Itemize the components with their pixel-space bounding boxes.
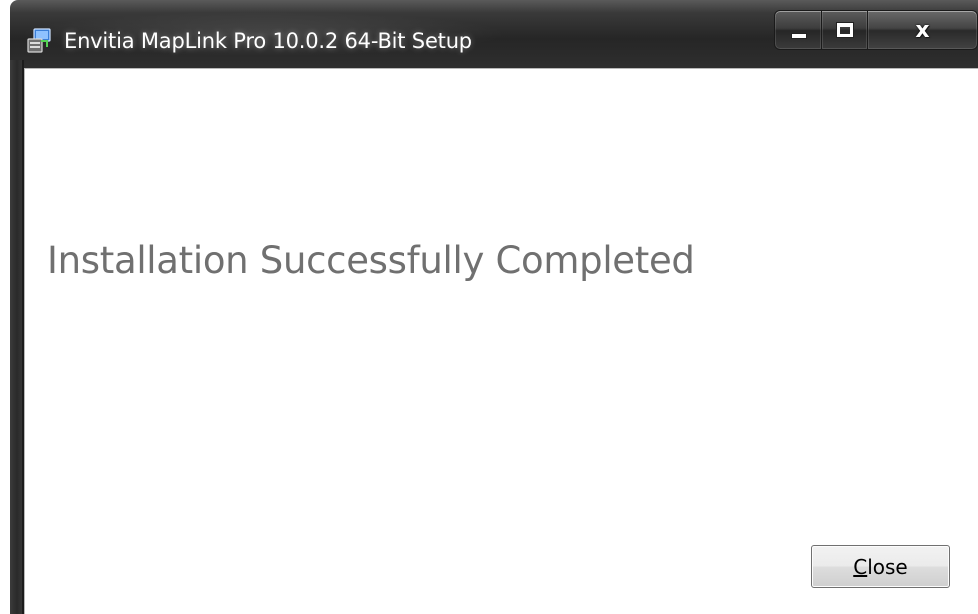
- window-title: Envitia MapLink Pro 10.0.2 64-Bit Setup: [64, 29, 472, 53]
- setup-window: Envitia MapLink Pro 10.0.2 64-Bit Setup …: [0, 0, 978, 614]
- window-frame-left: [10, 60, 24, 614]
- close-icon: x: [915, 17, 930, 43]
- minimize-icon: [791, 33, 807, 39]
- caption-buttons: x: [774, 10, 978, 50]
- close-button-label: lose: [867, 554, 908, 579]
- client-area: Installation Successfully Completed Clos…: [24, 68, 978, 614]
- window-close-button[interactable]: x: [868, 10, 978, 50]
- minimize-button[interactable]: [774, 10, 822, 50]
- completion-heading: Installation Successfully Completed: [47, 239, 695, 282]
- close-button[interactable]: Close: [811, 545, 950, 588]
- maximize-icon: [836, 22, 854, 38]
- close-button-accesskey: C: [853, 554, 868, 579]
- installer-icon: [27, 28, 51, 53]
- maximize-button[interactable]: [822, 10, 868, 50]
